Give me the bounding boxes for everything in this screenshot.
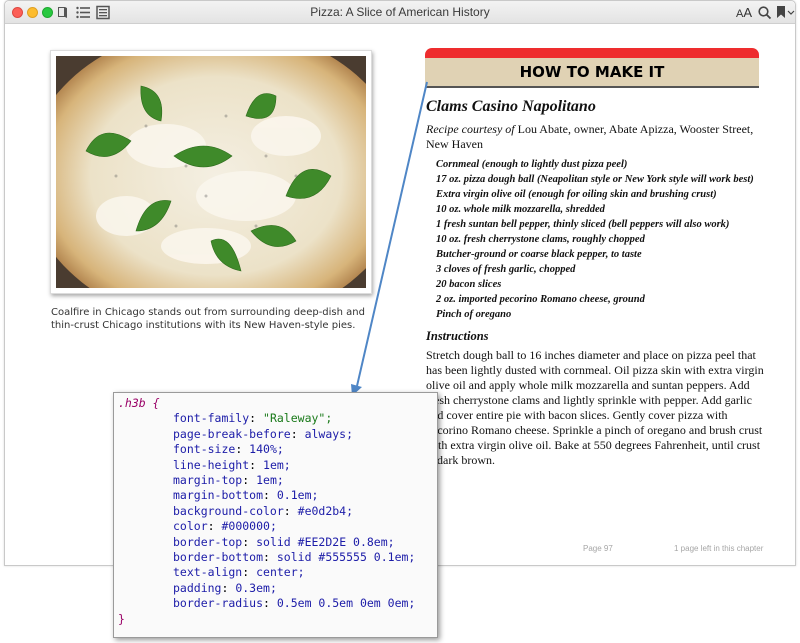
css-declaration: border-radius: 0.5em 0.5em 0em 0em; xyxy=(173,596,416,611)
ingredient-item: 2 oz. imported pecorino Romano cheese, g… xyxy=(436,294,645,305)
ingredient-item: Pinch of oregano xyxy=(436,309,512,320)
title-bar: Pizza: A Slice of American History AA xyxy=(5,1,795,24)
recipe-title: Clams Casino Napolitano xyxy=(426,98,596,115)
page-number: Page 97 xyxy=(583,544,613,553)
css-property: border-radius xyxy=(173,596,264,611)
window-title: Pizza: A Slice of American History xyxy=(310,5,490,19)
css-value: 0.1em; xyxy=(276,488,319,503)
css-property: text-align xyxy=(173,565,243,580)
css-property: color xyxy=(173,519,208,534)
css-declaration: line-height: 1em; xyxy=(173,457,291,472)
css-property: line-height xyxy=(173,457,250,472)
pizza-photo xyxy=(26,26,406,326)
how-to-make-it-banner: HOW TO MAKE IT xyxy=(425,48,759,88)
css-property: font-size xyxy=(173,442,236,457)
css-property: font-family xyxy=(173,411,250,426)
css-value: always; xyxy=(304,426,354,441)
bookmark-icon[interactable] xyxy=(776,5,786,20)
css-property: margin-top xyxy=(173,473,243,488)
courtesy-label: Recipe courtesy of xyxy=(426,122,515,136)
pages-left-in-chapter: 1 page left in this chapter xyxy=(674,544,764,553)
css-code-callout: .h3b { font-family: "Raleway"; page-brea… xyxy=(113,392,438,638)
css-property: border-top xyxy=(173,534,243,549)
css-declaration: background-color: #e0d2b4; xyxy=(173,503,354,518)
instructions-text: Stretch dough ball to 16 inches diameter… xyxy=(426,348,764,467)
css-declaration: border-bottom: solid #555555 0.1em; xyxy=(173,550,416,565)
css-declaration: margin-top: 1em; xyxy=(173,473,284,488)
css-property: margin-bottom xyxy=(173,488,264,503)
ingredient-item: 10 oz. whole milk mozzarella, shredded xyxy=(436,204,605,215)
ingredient-item: 17 oz. pizza dough ball (Neapolitan styl… xyxy=(436,174,754,185)
css-value: solid #555555 0.1em; xyxy=(276,550,416,565)
css-property: border-bottom xyxy=(173,550,264,565)
photo-caption: Coalfire in Chicago stands out from surr… xyxy=(51,307,365,331)
css-property: background-color xyxy=(173,503,284,518)
font-size-large-label: A xyxy=(743,5,753,20)
css-value: 1em; xyxy=(263,457,291,472)
css-selector: .h3b { xyxy=(118,396,160,410)
css-declaration: font-size: 140%; xyxy=(173,442,284,457)
ingredient-item: Extra virgin olive oil (enough for oilin… xyxy=(436,189,717,200)
css-value: solid #EE2D2E 0.8em; xyxy=(256,534,395,549)
ingredients-list: Cornmeal (enough to lightly dust pizza p… xyxy=(436,157,766,322)
css-property: page-break-before xyxy=(173,426,291,441)
css-value: 1em; xyxy=(256,473,284,488)
css-declaration: padding: 0.3em; xyxy=(173,580,277,595)
pizza-image xyxy=(26,26,406,326)
css-property: padding xyxy=(173,580,222,595)
ingredient-item: 3 cloves of fresh garlic, chopped xyxy=(436,264,576,275)
ingredient-item: 20 bacon slices xyxy=(436,279,502,290)
ingredient-item: Cornmeal (enough to lightly dust pizza p… xyxy=(436,159,628,170)
css-value: 140%; xyxy=(249,442,284,457)
css-declaration: font-family: "Raleway"; xyxy=(173,411,333,426)
css-value: "Raleway"; xyxy=(263,411,333,426)
search-icon[interactable] xyxy=(757,5,773,20)
css-closing-brace: } xyxy=(118,611,125,626)
ingredient-item: Butcher-ground or coarse black pepper, t… xyxy=(436,249,642,260)
css-value: #e0d2b4; xyxy=(297,503,354,518)
css-declaration: margin-bottom: 0.1em; xyxy=(173,488,319,503)
ingredient-item: 10 oz. fresh cherrystone clams, roughly … xyxy=(436,234,645,245)
css-value: center; xyxy=(256,565,305,580)
chevron-down-icon[interactable] xyxy=(787,5,795,20)
recipe-courtesy: Recipe courtesy of Lou Abate, owner, Aba… xyxy=(426,122,766,152)
css-value: 0.5em 0.5em 0em 0em; xyxy=(276,596,416,611)
css-declaration: border-top: solid #EE2D2E 0.8em; xyxy=(173,534,395,549)
css-value: #000000; xyxy=(221,519,277,534)
css-declaration: page-break-before: always; xyxy=(173,426,354,441)
css-declaration: color: #000000; xyxy=(173,519,277,534)
css-value: 0.3em; xyxy=(235,580,277,595)
css-declaration: text-align: center; xyxy=(173,565,305,580)
font-size-button[interactable]: AA xyxy=(736,5,752,20)
instructions-heading: Instructions xyxy=(426,329,489,343)
ingredient-item: 1 fresh suntan bell pepper, thinly slice… xyxy=(436,219,730,230)
